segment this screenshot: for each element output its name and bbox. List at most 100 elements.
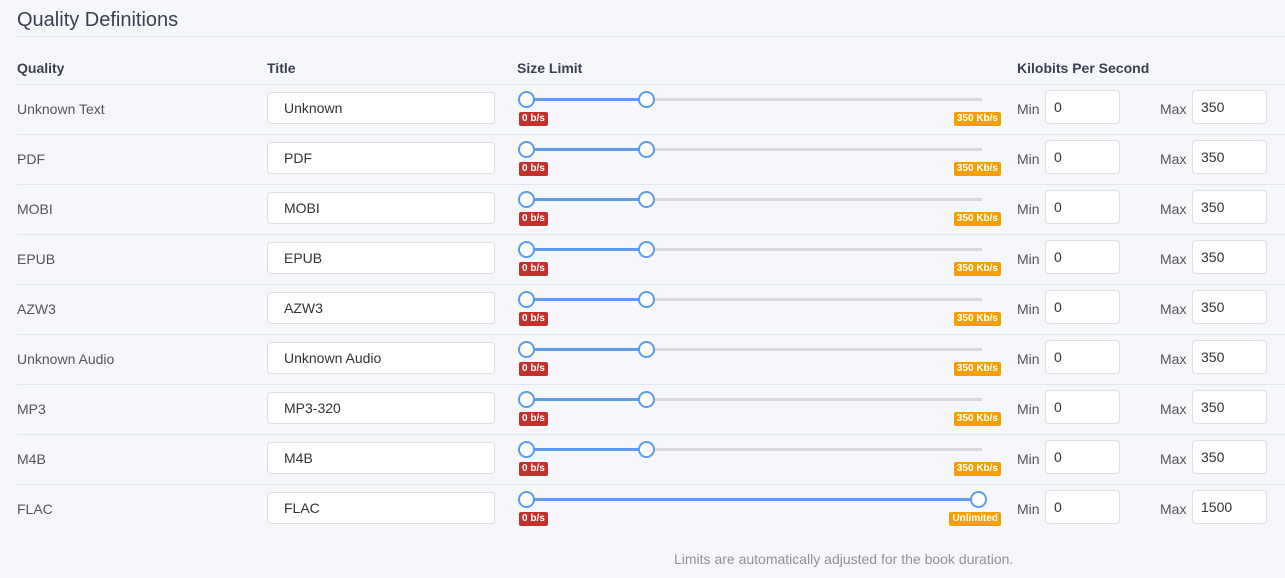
slider-min-handle[interactable] — [518, 241, 535, 258]
title-input[interactable] — [267, 242, 495, 274]
min-size-badge: 0 b/s — [519, 262, 548, 276]
max-kbps-input[interactable] — [1192, 440, 1267, 474]
slider-max-handle[interactable] — [637, 191, 655, 208]
max-kbps-input[interactable] — [1192, 490, 1267, 524]
help-text: Limits are automatically adjusted for th… — [674, 551, 1014, 567]
slider-min-handle[interactable] — [518, 291, 535, 308]
size-limit-slider[interactable]: 0 b/s 350 Kb/s — [518, 440, 1001, 480]
min-label: Min — [1017, 201, 1040, 217]
header-quality: Quality — [17, 60, 65, 76]
max-kbps-input[interactable] — [1192, 390, 1267, 424]
max-kbps-input[interactable] — [1192, 190, 1267, 224]
max-size-badge: 350 Kb/s — [953, 212, 1001, 226]
slider-max-handle[interactable] — [637, 441, 655, 458]
max-label: Max — [1160, 251, 1187, 267]
slider-min-handle[interactable] — [518, 391, 535, 408]
max-size-badge: 350 Kb/s — [953, 312, 1001, 326]
slider-range-fill — [526, 198, 646, 201]
slider-max-handle[interactable] — [637, 291, 655, 308]
title-input[interactable] — [267, 492, 495, 524]
min-kbps-input[interactable] — [1045, 140, 1120, 174]
title-input[interactable] — [267, 442, 495, 474]
slider-max-handle[interactable] — [637, 141, 655, 158]
slider-max-handle[interactable] — [637, 391, 655, 408]
size-limit-slider[interactable]: 0 b/s 350 Kb/s — [518, 190, 1001, 230]
min-kbps-input[interactable] — [1045, 90, 1120, 124]
max-size-badge: 350 Kb/s — [953, 362, 1001, 376]
size-limit-slider[interactable]: 0 b/s 350 Kb/s — [518, 240, 1001, 280]
title-input[interactable] — [267, 142, 495, 174]
min-label: Min — [1017, 301, 1040, 317]
title-input[interactable] — [267, 342, 495, 374]
quality-row: AZW3 0 b/s 350 Kb/s Min Max — [17, 284, 1285, 335]
max-kbps-input[interactable] — [1192, 240, 1267, 274]
size-limit-slider[interactable]: 0 b/s 350 Kb/s — [518, 140, 1001, 180]
min-size-badge: 0 b/s — [519, 362, 548, 376]
slider-range-fill — [526, 298, 646, 301]
quality-row: EPUB 0 b/s 350 Kb/s Min Max — [17, 234, 1285, 285]
max-size-badge: 350 Kb/s — [953, 262, 1001, 276]
slider-min-handle[interactable] — [518, 141, 535, 158]
max-kbps-input[interactable] — [1192, 140, 1267, 174]
min-kbps-input[interactable] — [1045, 490, 1120, 524]
quality-name: MOBI — [17, 201, 53, 217]
min-kbps-input[interactable] — [1045, 190, 1120, 224]
quality-row: MP3 0 b/s 350 Kb/s Min Max — [17, 384, 1285, 435]
title-input[interactable] — [267, 292, 495, 324]
max-size-badge: 350 Kb/s — [953, 412, 1001, 426]
max-kbps-input[interactable] — [1192, 290, 1267, 324]
title-input[interactable] — [267, 392, 495, 424]
slider-range-fill — [526, 348, 646, 351]
slider-max-handle[interactable] — [637, 341, 655, 358]
max-size-badge: 350 Kb/s — [953, 462, 1001, 476]
min-size-badge: 0 b/s — [519, 462, 548, 476]
slider-max-handle[interactable] — [637, 241, 655, 258]
size-limit-slider[interactable]: 0 b/s 350 Kb/s — [518, 90, 1001, 130]
max-label: Max — [1160, 301, 1187, 317]
quality-row: Unknown Text 0 b/s 350 Kb/s Min Max — [17, 84, 1285, 135]
size-limit-slider[interactable]: 0 b/s 350 Kb/s — [518, 390, 1001, 430]
min-kbps-input[interactable] — [1045, 390, 1120, 424]
title-input[interactable] — [267, 192, 495, 224]
slider-range-fill — [526, 398, 646, 401]
title-input[interactable] — [267, 92, 495, 124]
slider-min-handle[interactable] — [518, 191, 535, 208]
min-size-badge: 0 b/s — [519, 312, 548, 326]
quality-name: PDF — [17, 151, 45, 167]
slider-max-handle[interactable] — [970, 491, 987, 508]
min-label: Min — [1017, 451, 1040, 467]
max-label: Max — [1160, 201, 1187, 217]
slider-min-handle[interactable] — [518, 91, 535, 108]
max-size-badge: 350 Kb/s — [953, 112, 1001, 126]
slider-range-fill — [526, 148, 646, 151]
min-kbps-input[interactable] — [1045, 290, 1120, 324]
slider-range-fill — [526, 498, 978, 501]
slider-min-handle[interactable] — [518, 491, 535, 508]
min-kbps-input[interactable] — [1045, 340, 1120, 374]
size-limit-slider[interactable]: 0 b/s 350 Kb/s — [518, 290, 1001, 330]
quality-name: MP3 — [17, 401, 46, 417]
header-size-limit: Size Limit — [517, 60, 583, 76]
slider-max-handle[interactable] — [637, 91, 655, 108]
min-size-badge: 0 b/s — [519, 112, 548, 126]
max-kbps-input[interactable] — [1192, 340, 1267, 374]
slider-min-handle[interactable] — [518, 441, 535, 458]
min-label: Min — [1017, 151, 1040, 167]
slider-range-fill — [526, 98, 646, 101]
max-label: Max — [1160, 351, 1187, 367]
quality-name: Unknown Audio — [17, 351, 115, 367]
max-label: Max — [1160, 401, 1187, 417]
size-limit-slider[interactable]: 0 b/s 350 Kb/s — [518, 340, 1001, 380]
quality-name: EPUB — [17, 251, 56, 267]
min-size-badge: 0 b/s — [519, 212, 548, 226]
quality-row: FLAC 0 b/s Unlimited Min Max — [17, 484, 1285, 534]
max-label: Max — [1160, 501, 1187, 517]
slider-min-handle[interactable] — [518, 341, 535, 358]
min-size-badge: 0 b/s — [519, 512, 548, 526]
max-kbps-input[interactable] — [1192, 90, 1267, 124]
min-kbps-input[interactable] — [1045, 440, 1120, 474]
max-size-badge: 350 Kb/s — [953, 162, 1001, 176]
size-limit-slider[interactable]: 0 b/s Unlimited — [518, 490, 1001, 530]
min-kbps-input[interactable] — [1045, 240, 1120, 274]
max-size-badge: Unlimited — [949, 512, 1001, 526]
